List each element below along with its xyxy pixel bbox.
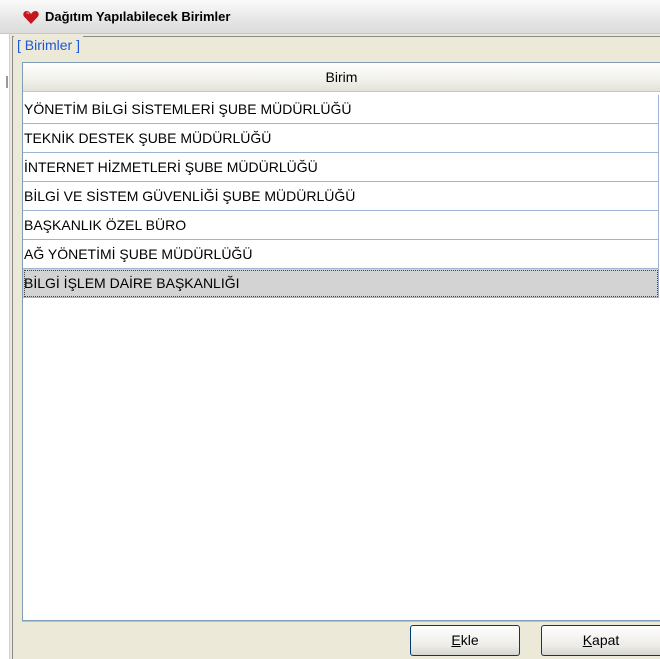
dialog-window: Dağıtım Yapılabilecek Birimler [ Birimle… (0, 0, 660, 659)
list-item[interactable]: YÖNETİM BİLGİ SİSTEMLERİ ŞUBE MÜDÜRLÜĞÜ (23, 95, 659, 124)
left-edge (0, 34, 10, 659)
birim-list[interactable]: Birim YÖNETİM BİLGİ SİSTEMLERİ ŞUBE MÜDÜ… (22, 62, 660, 621)
edge-tick (6, 76, 8, 88)
title-bar[interactable]: Dağıtım Yapılabilecek Birimler (0, 0, 660, 34)
column-header-birim[interactable]: Birim (23, 63, 660, 92)
button-bar: Ekle Kapat (22, 621, 660, 659)
kapat-label: apat (592, 632, 620, 648)
list-item[interactable]: BAŞKANLIK ÖZEL BÜRO (23, 211, 659, 240)
list-rows: YÖNETİM BİLGİ SİSTEMLERİ ŞUBE MÜDÜRLÜĞÜ … (23, 95, 660, 298)
list-item[interactable]: TEKNİK DESTEK ŞUBE MÜDÜRLÜĞÜ (23, 124, 659, 153)
list-item[interactable]: AĞ YÖNETİMİ ŞUBE MÜDÜRLÜĞÜ (23, 240, 659, 269)
kapat-mnemonic: K (582, 632, 593, 648)
ekle-label: kle (460, 632, 479, 648)
red-heart-icon (23, 11, 39, 24)
list-item[interactable]: BİLGİ VE SİSTEM GÜVENLİĞİ ŞUBE MÜDÜRLÜĞÜ (23, 182, 659, 211)
kapat-button[interactable]: Kapat (541, 625, 660, 656)
window-title: Dağıtım Yapılabilecek Birimler (45, 9, 231, 24)
list-item-selected[interactable]: BİLGİ İŞLEM DAİRE BAŞKANLIĞI (23, 269, 659, 298)
groupbox-label: [ Birimler ] (14, 36, 83, 54)
ekle-button[interactable]: Ekle (410, 625, 520, 656)
list-item[interactable]: İNTERNET HİZMETLERİ ŞUBE MÜDÜRLÜĞÜ (23, 153, 659, 182)
ekle-mnemonic: E (451, 632, 461, 648)
